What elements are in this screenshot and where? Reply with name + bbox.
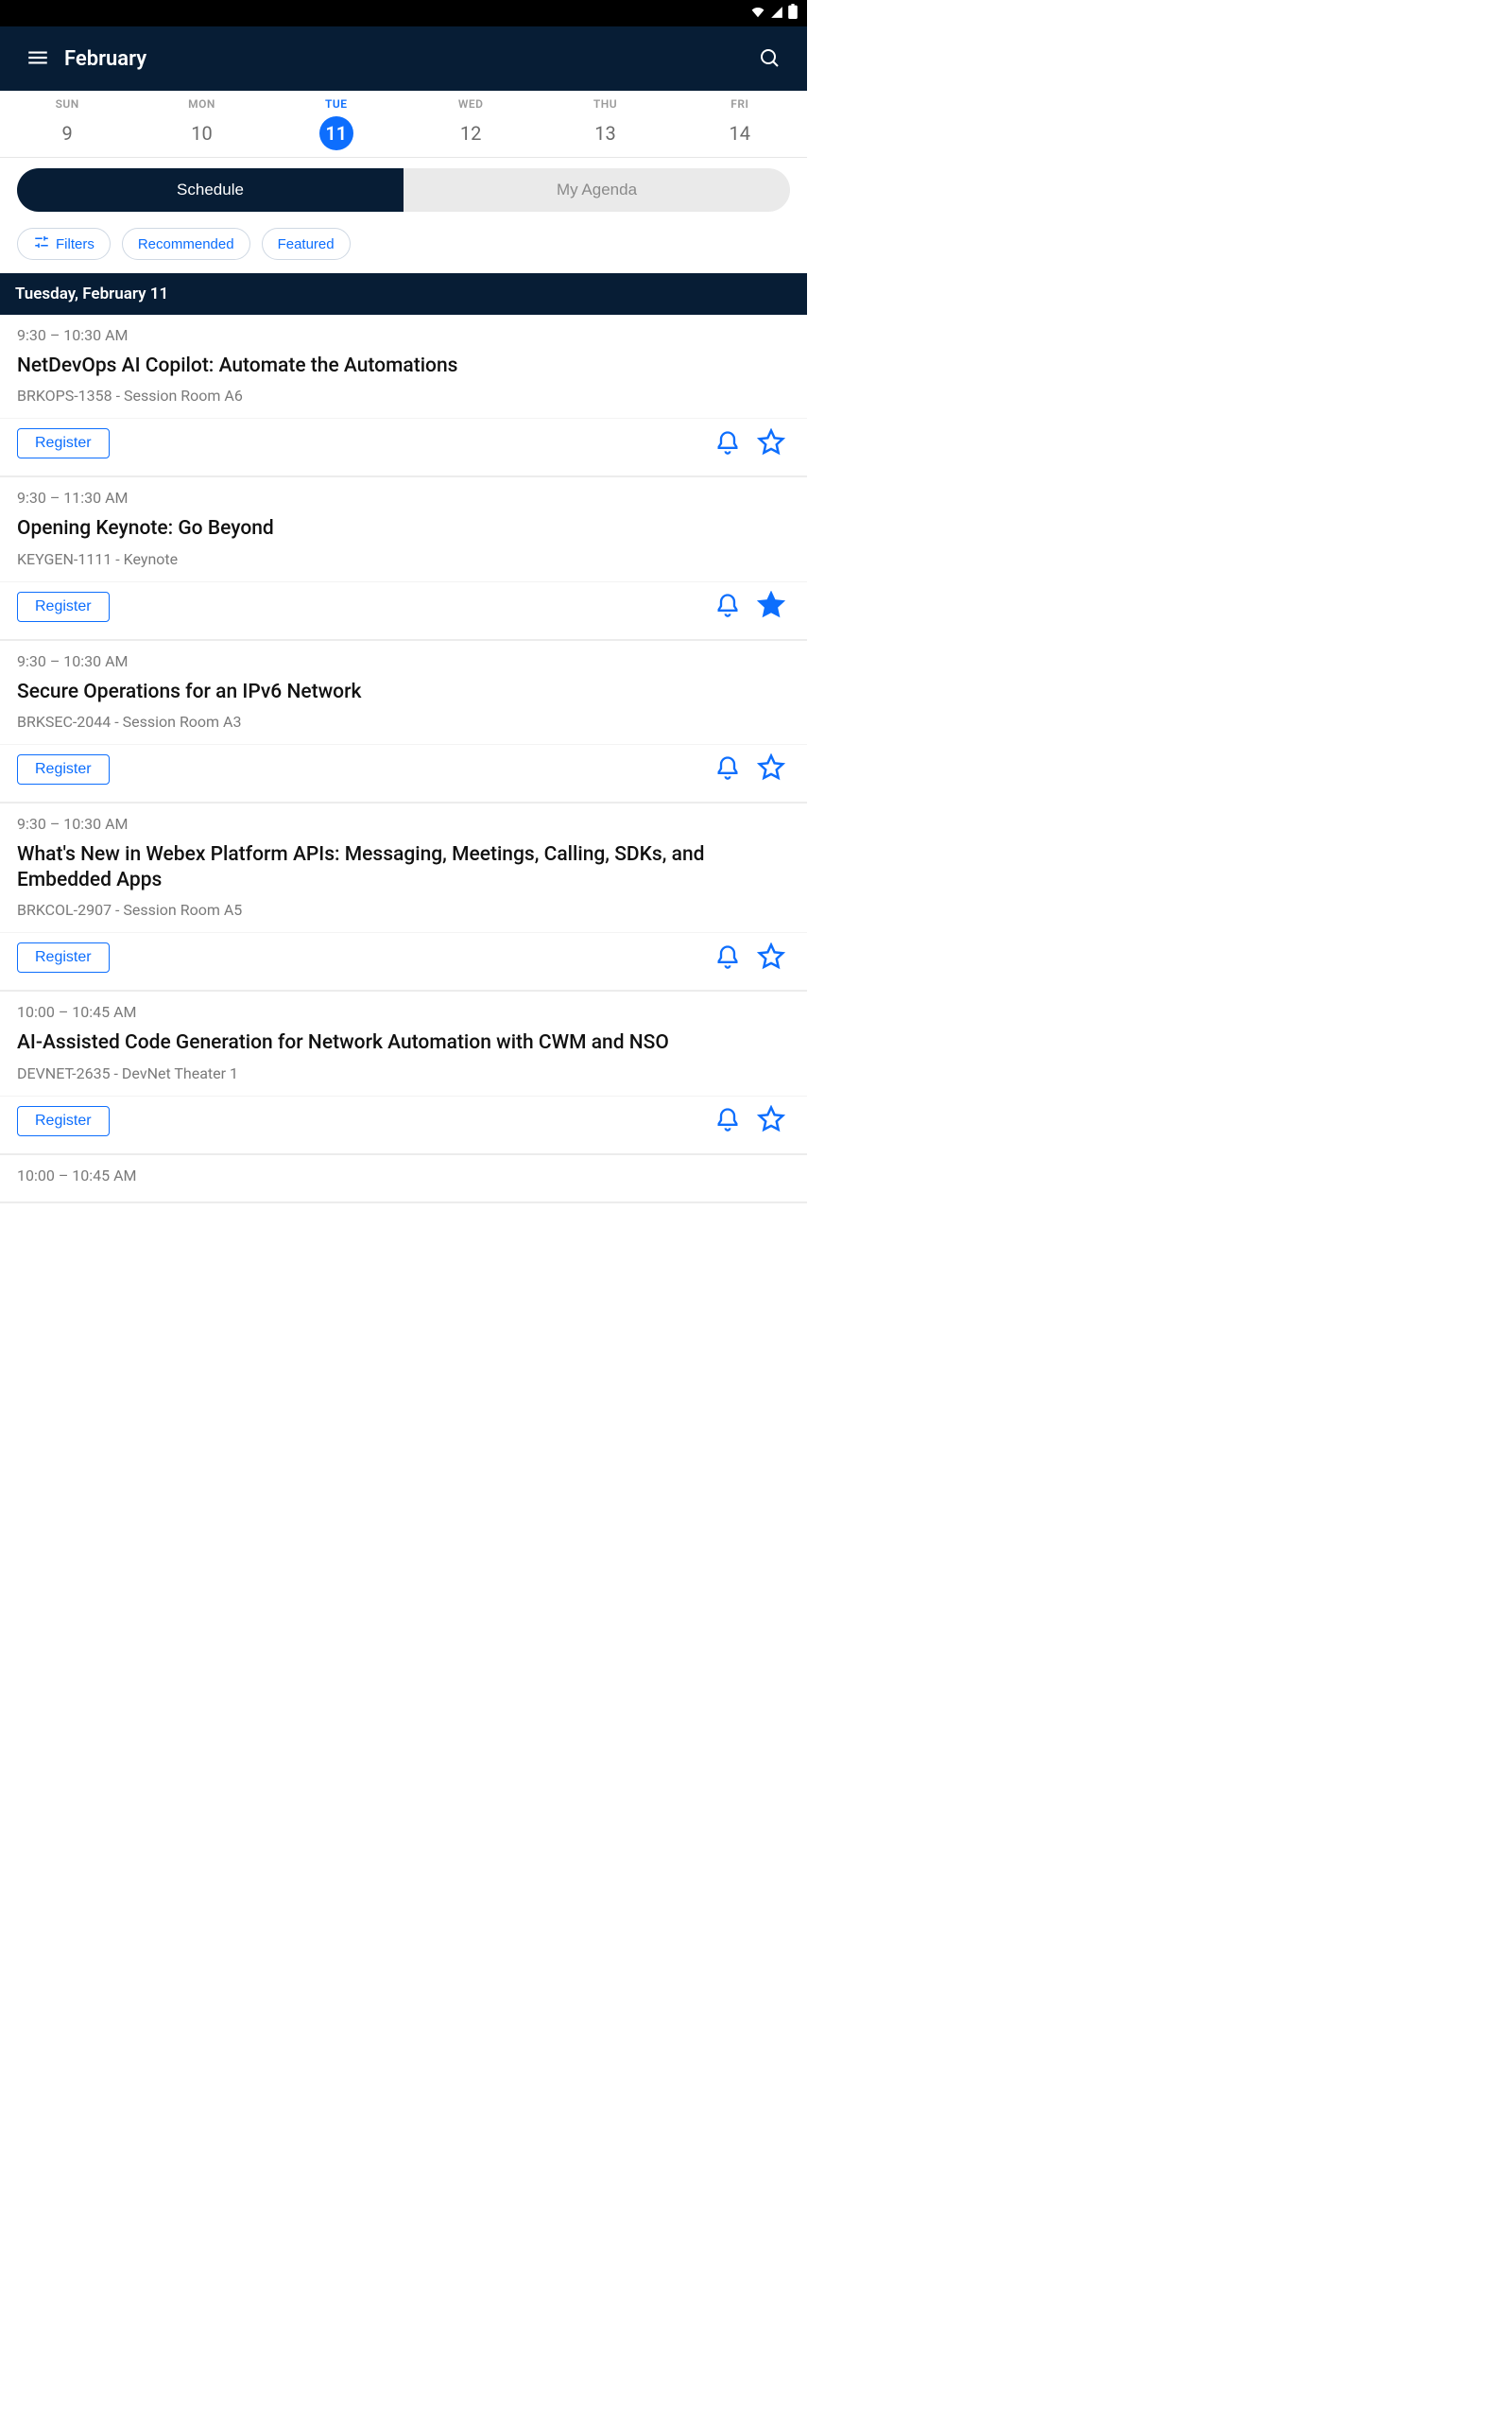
session-time: 10:00 – 10:45 AM xyxy=(17,1003,790,1021)
notify-button[interactable] xyxy=(709,424,747,462)
session-time: 9:30 – 10:30 AM xyxy=(17,652,790,670)
date-dow: FRI xyxy=(730,97,748,111)
date-num: 14 xyxy=(723,116,757,150)
battery-icon xyxy=(788,4,798,23)
session-title: NetDevOps AI Copilot: Automate the Autom… xyxy=(17,354,790,379)
date-cell[interactable]: TUE 11 xyxy=(269,91,404,157)
star-icon xyxy=(757,1105,785,1136)
session-actions: Register xyxy=(0,418,807,475)
session-meta: DEVNET-2635 - DevNet Theater 1 xyxy=(17,1064,790,1082)
tab-schedule[interactable]: Schedule xyxy=(17,168,404,212)
session-actions: Register xyxy=(0,1096,807,1153)
session-time: 9:30 – 10:30 AM xyxy=(17,815,790,833)
session-title: What's New in Webex Platform APIs: Messa… xyxy=(17,842,790,894)
session-card[interactable]: 9:30 – 10:30 AM Secure Operations for an … xyxy=(0,641,807,804)
date-num: 13 xyxy=(588,116,622,150)
filters-label: Filters xyxy=(56,236,94,252)
session-meta: BRKOPS-1358 - Session Room A6 xyxy=(17,387,790,405)
date-cell[interactable]: MON 10 xyxy=(134,91,268,157)
filters-button[interactable]: Filters xyxy=(17,228,111,260)
featured-button[interactable]: Featured xyxy=(262,228,351,260)
bell-icon xyxy=(714,592,741,621)
date-strip: SUN 9 MON 10 TUE 11 WED 12 THU 13 FRI 14 xyxy=(0,91,807,158)
session-actions: Register xyxy=(0,932,807,990)
date-num: 10 xyxy=(184,116,218,150)
session-meta: BRKSEC-2044 - Session Room A3 xyxy=(17,713,790,731)
sliders-icon xyxy=(33,233,50,254)
favorite-button[interactable] xyxy=(752,939,790,977)
app-bar: February xyxy=(0,26,807,91)
session-actions: Register xyxy=(0,744,807,802)
session-title: Opening Keynote: Go Beyond xyxy=(17,516,790,542)
date-cell[interactable]: SUN 9 xyxy=(0,91,134,157)
date-dow: MON xyxy=(188,97,215,111)
date-num: 9 xyxy=(50,116,84,150)
session-title: Secure Operations for an IPv6 Network xyxy=(17,680,790,705)
favorite-button[interactable] xyxy=(752,751,790,788)
date-cell[interactable]: FRI 14 xyxy=(673,91,807,157)
signal-icon xyxy=(769,5,784,23)
sessions-list: 9:30 – 10:30 AM NetDevOps AI Copilot: Aut… xyxy=(0,315,807,1203)
notify-button[interactable] xyxy=(709,939,747,977)
date-dow: WED xyxy=(458,97,484,111)
date-section-header: Tuesday, February 11 xyxy=(0,273,807,315)
bell-icon xyxy=(714,943,741,973)
session-time: 10:00 – 10:45 AM xyxy=(17,1167,790,1184)
status-bar xyxy=(0,0,807,26)
session-meta: BRKCOL-2907 - Session Room A5 xyxy=(17,901,790,919)
session-card[interactable]: 9:30 – 11:30 AM Opening Keynote: Go Beyon… xyxy=(0,477,807,640)
session-card[interactable]: 10:00 – 10:45 AM AI-Assisted Code Generat… xyxy=(0,992,807,1154)
date-num: 12 xyxy=(454,116,488,150)
search-button[interactable] xyxy=(748,38,790,79)
session-card[interactable]: 10:00 – 10:45 AM xyxy=(0,1155,807,1203)
search-icon xyxy=(758,46,781,72)
date-dow: SUN xyxy=(56,97,79,111)
recommended-button[interactable]: Recommended xyxy=(122,228,250,260)
session-title: AI-Assisted Code Generation for Network … xyxy=(17,1030,790,1056)
session-card[interactable]: 9:30 – 10:30 AM NetDevOps AI Copilot: Aut… xyxy=(0,315,807,477)
register-button[interactable]: Register xyxy=(17,1106,110,1136)
star-icon xyxy=(757,753,785,785)
menu-button[interactable] xyxy=(17,38,59,79)
date-cell[interactable]: WED 12 xyxy=(404,91,538,157)
star-icon xyxy=(757,942,785,974)
date-cell[interactable]: THU 13 xyxy=(538,91,672,157)
favorite-button[interactable] xyxy=(752,1102,790,1140)
star-icon xyxy=(757,428,785,459)
bell-icon xyxy=(714,1106,741,1135)
star-icon xyxy=(757,591,785,622)
session-actions: Register xyxy=(0,581,807,639)
date-dow: THU xyxy=(593,97,617,111)
register-button[interactable]: Register xyxy=(17,592,110,622)
tab-my-agenda[interactable]: My Agenda xyxy=(404,168,790,212)
bell-icon xyxy=(714,754,741,784)
session-meta: KEYGEN-1111 - Keynote xyxy=(17,550,790,568)
date-dow: TUE xyxy=(325,97,348,111)
session-card[interactable]: 9:30 – 10:30 AM What's New in Webex Platf… xyxy=(0,804,807,993)
view-toggle: Schedule My Agenda xyxy=(0,158,807,222)
session-time: 9:30 – 10:30 AM xyxy=(17,326,790,344)
favorite-button[interactable] xyxy=(752,588,790,626)
page-title: February xyxy=(64,47,146,71)
notify-button[interactable] xyxy=(709,588,747,626)
notify-button[interactable] xyxy=(709,751,747,788)
date-num: 11 xyxy=(319,116,353,150)
register-button[interactable]: Register xyxy=(17,754,110,785)
register-button[interactable]: Register xyxy=(17,942,110,973)
wifi-icon xyxy=(750,5,765,23)
hamburger-icon xyxy=(26,45,50,73)
bell-icon xyxy=(714,429,741,458)
favorite-button[interactable] xyxy=(752,424,790,462)
session-time: 9:30 – 11:30 AM xyxy=(17,489,790,507)
register-button[interactable]: Register xyxy=(17,428,110,458)
filters-row: Filters Recommended Featured xyxy=(0,222,807,273)
notify-button[interactable] xyxy=(709,1102,747,1140)
